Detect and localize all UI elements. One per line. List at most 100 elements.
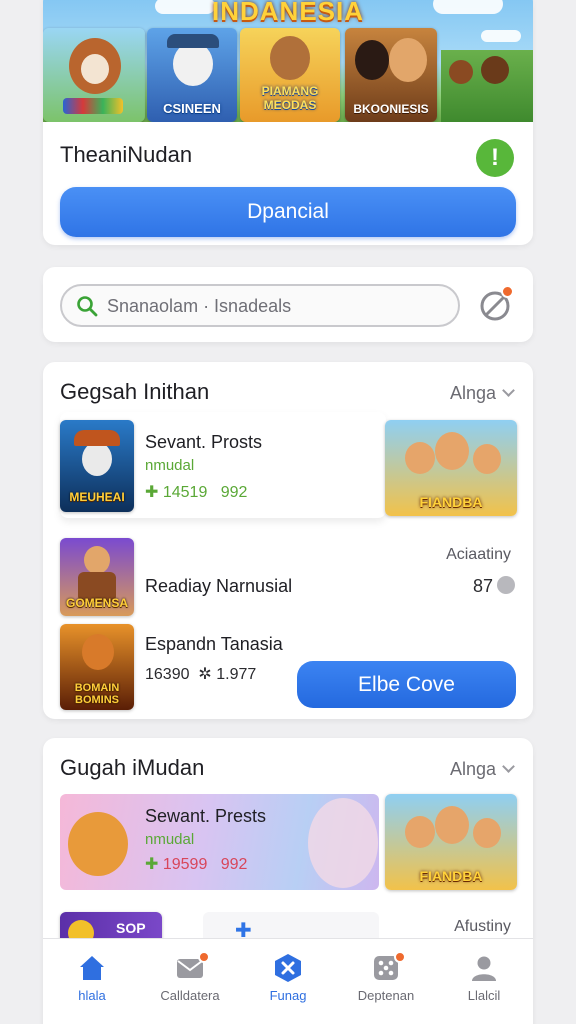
stat-value-secondary: 992 — [220, 484, 248, 501]
game-thumbnail[interactable]: MEUHEAI — [60, 420, 134, 512]
profile-icon — [472, 956, 496, 981]
section-see-all-link[interactable]: Alnga — [449, 383, 515, 404]
game-meta: Afustiny — [454, 918, 511, 935]
character-art — [389, 38, 427, 82]
tile-label: CSINEEN — [163, 101, 221, 116]
creature-art — [449, 60, 473, 84]
character-art — [405, 442, 435, 474]
stat-value-secondary: 992 — [220, 856, 248, 873]
character-art — [270, 36, 310, 80]
scenery-art — [441, 50, 533, 122]
see-all-label: Alnga — [449, 759, 496, 779]
stat-value: 14519 — [162, 484, 208, 501]
character-art — [308, 798, 378, 888]
fox-character-art — [68, 812, 128, 876]
banner-title: INDANESIA — [211, 0, 364, 26]
home-icon — [80, 956, 104, 980]
star-icon: ✲ — [198, 666, 212, 683]
count-value: 87 — [472, 576, 493, 596]
info-badge-icon[interactable]: ! — [476, 139, 514, 177]
count-badge: 87 — [473, 576, 515, 597]
section-title: Gugah iMudan — [60, 755, 205, 780]
section-see-all-link[interactable]: Alnga — [449, 759, 515, 780]
section-title: Gegsah Inithan — [60, 379, 210, 404]
promo-art[interactable]: FIANDBA — [385, 420, 517, 516]
game-list-section: Gegsah Inithan Alnga MEUHEAI Sevant. Pro… — [43, 362, 533, 719]
games-icon — [275, 954, 301, 982]
search-placeholder: Snanaolam · Isnadeals — [107, 296, 292, 316]
notification-dot — [501, 285, 514, 298]
game-tile[interactable]: CSINEEN — [147, 28, 237, 122]
nav-label: Calldatera — [160, 988, 220, 1003]
game-subtitle: nmudal — [145, 457, 195, 474]
cloud-decoration — [481, 30, 521, 42]
nav-item-home[interactable]: hlala — [43, 939, 141, 1024]
character-art — [173, 42, 213, 86]
character-art — [405, 816, 435, 848]
stat-value: 16390 — [145, 666, 190, 683]
promo-label: FIANDBA — [419, 494, 483, 510]
character-art — [84, 546, 110, 574]
thumbnail-label: MEUHEAI — [69, 490, 125, 504]
promo-label: FIANDBA — [419, 868, 483, 884]
game-thumbnail[interactable]: GOMENSA — [60, 538, 134, 616]
info-icon — [497, 576, 515, 595]
nav-label: hlala — [78, 988, 106, 1003]
featured-game-banner[interactable]: Sewant. Prests nmudal ✚ 19599 992 — [60, 794, 379, 890]
controller-icon — [63, 98, 123, 114]
character-art — [435, 806, 469, 844]
chevron-down-icon — [502, 760, 515, 773]
tile-label: BKOONIESIS — [353, 102, 429, 116]
search-icon — [77, 296, 98, 317]
stat-value: 19599 — [162, 856, 208, 873]
search-card: Snanaolam · Isnadeals — [43, 267, 533, 342]
game-tile[interactable]: BKOONIESIS — [345, 28, 437, 122]
character-art — [82, 442, 112, 476]
search-input[interactable]: Snanaolam · Isnadeals — [60, 284, 460, 327]
notification-dot — [198, 951, 210, 963]
character-art — [435, 432, 469, 470]
character-art — [355, 40, 389, 80]
featured-title: TheaniNudan — [60, 142, 193, 167]
hat-art — [167, 34, 219, 48]
bottom-navigation: hlala Calldatera Funag Deptenan Llalcil — [43, 938, 533, 1024]
nav-item-dice[interactable]: Deptenan — [337, 939, 435, 1024]
nav-label: Llalcil — [467, 988, 501, 1003]
notification-dot — [394, 951, 406, 963]
thumbnail-label: GOMENSA — [65, 596, 128, 610]
game-stats: ✚ 19599 992 — [145, 854, 247, 874]
plus-icon: ✚ — [145, 484, 163, 501]
tile-label: PIAMANG MEODAS — [261, 84, 319, 112]
nav-label: Deptenan — [357, 988, 415, 1003]
see-all-label: Alnga — [449, 383, 496, 403]
featured-banner[interactable]: INDANESIA CSINEEN PIAMANG MEODAS BKOONIE… — [43, 0, 533, 122]
game-subtitle: nmudal — [145, 831, 195, 848]
plus-icon: ✚ — [145, 856, 163, 873]
hat-art — [74, 430, 120, 446]
primary-action-button[interactable]: Dpancial — [60, 187, 516, 237]
promo-art[interactable]: FIANDBA — [385, 794, 517, 890]
character-art — [82, 634, 114, 670]
creature-art — [481, 56, 509, 84]
stat-value-secondary: 1.977 — [216, 666, 257, 683]
game-title: Sewant. Prests — [145, 806, 267, 826]
thumbnail-label: BOMAIN BOMINS — [74, 682, 120, 706]
nav-item-mail[interactable]: Calldatera — [141, 939, 239, 1024]
game-title[interactable]: Sevant. Prosts — [145, 432, 262, 453]
secondary-action-button[interactable]: Elbe Cove — [297, 661, 516, 708]
nav-item-games[interactable]: Funag — [239, 939, 337, 1024]
game-tile[interactable] — [43, 28, 145, 122]
chevron-down-icon — [502, 384, 515, 397]
game-stats: ✚ 14519 992 — [145, 482, 247, 502]
mascot-face — [81, 54, 109, 84]
game-tile[interactable]: PIAMANG MEODAS — [240, 28, 340, 122]
game-stats: 16390 ✲ 1.977 — [145, 664, 256, 684]
game-title[interactable]: Readiay Narnusial — [145, 576, 292, 597]
nav-item-profile[interactable]: Llalcil — [435, 939, 533, 1024]
nav-label: Funag — [269, 988, 307, 1003]
character-art — [473, 818, 501, 848]
game-meta: Aciaatiny — [446, 546, 511, 563]
game-title[interactable]: Espandn Tanasia — [145, 634, 283, 655]
featured-card: INDANESIA CSINEEN PIAMANG MEODAS BKOONIE… — [43, 0, 533, 245]
game-thumbnail[interactable]: BOMAIN BOMINS — [60, 624, 134, 710]
